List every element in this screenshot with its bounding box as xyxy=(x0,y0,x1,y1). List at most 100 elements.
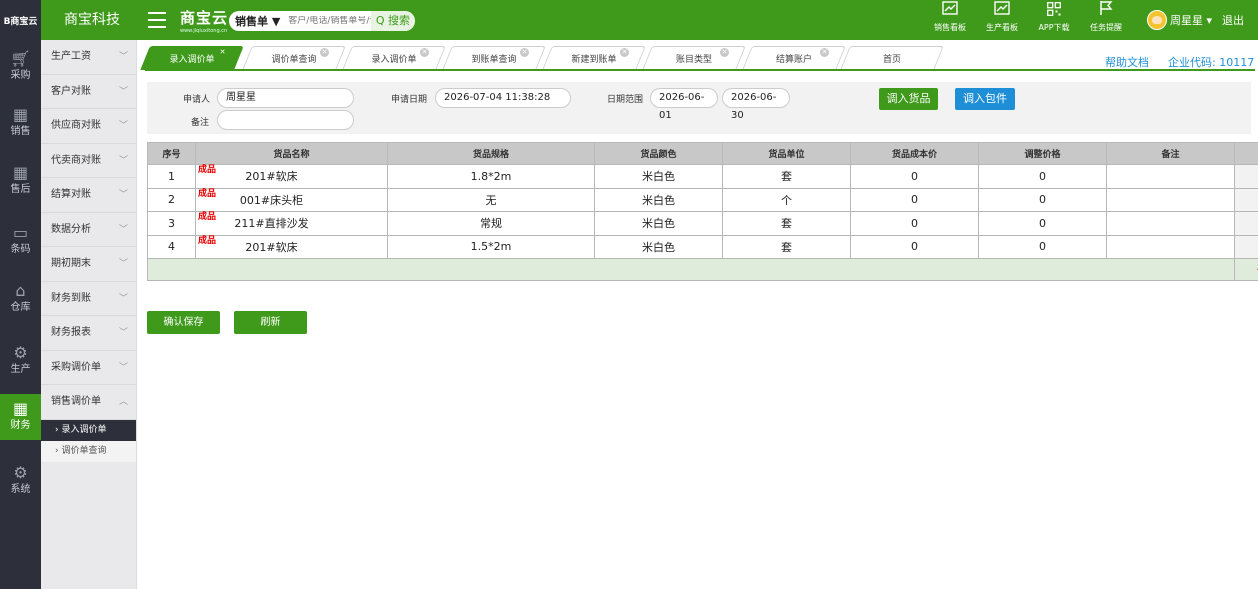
building-icon: ▦ xyxy=(12,105,29,124)
menu-item-finance-report[interactable]: 财务报表 ﹀ xyxy=(41,316,136,351)
top-tools: 销售看板 生产看板 APP下载 任务提醒 xyxy=(924,0,1132,40)
column-header: 货品颜色 xyxy=(594,142,723,165)
user-menu[interactable]: 周星星 ▾ 退出 xyxy=(1147,10,1244,30)
goods-name-cell[interactable]: 成品 211#直排沙发 xyxy=(195,211,388,236)
menu-item-label: 采购调价单 xyxy=(51,361,101,373)
module-label: 售后 xyxy=(10,184,31,195)
menu-item-label: 生产工资 xyxy=(51,51,91,62)
tab-new-receipt[interactable]: 新建到账单 ✕ xyxy=(542,46,646,70)
module-purchase[interactable]: 🛒︎ 采购 xyxy=(0,44,41,90)
add-rows-button[interactable]: + 10 xyxy=(1234,258,1258,281)
task-reminder-button[interactable]: 任务提醒 xyxy=(1080,0,1132,40)
goods-name-cell[interactable]: 成品 201#软床 xyxy=(195,234,388,259)
remark-input[interactable] xyxy=(1106,164,1235,189)
module-after-sales[interactable]: ▦ 售后 xyxy=(0,158,41,204)
module-barcode[interactable]: ▭ 条码 xyxy=(0,218,41,264)
remark-input[interactable] xyxy=(1106,187,1235,212)
menu-item-period-open-close[interactable]: 期初期末 ﹀ xyxy=(41,247,136,282)
submenu-query-price-adjust[interactable]: › 调价单查询 xyxy=(41,440,136,462)
tab-home[interactable]: 首页 xyxy=(840,46,944,70)
adjust-price-input[interactable]: 0 xyxy=(978,234,1107,259)
remove-row-button[interactable]: - xyxy=(1234,187,1258,212)
close-icon[interactable]: ✕ xyxy=(320,48,329,57)
menu-item-label: 销售调价单 xyxy=(51,396,101,407)
confirm-save-button[interactable]: 确认保存 xyxy=(147,311,220,334)
remark-input[interactable] xyxy=(1106,211,1235,236)
close-icon[interactable]: ✕ xyxy=(520,48,529,57)
menu-item-data-analysis[interactable]: 数据分析 ﹀ xyxy=(41,213,136,247)
module-label: 生产 xyxy=(10,364,31,375)
module-sales[interactable]: ▦ 销售 xyxy=(0,100,41,146)
tab-entry-price-adjust[interactable]: 录入调价单 ✕ xyxy=(140,46,244,70)
row-number: 2 xyxy=(147,187,196,212)
module-system[interactable]: ⚙ 系统 xyxy=(0,458,41,504)
search-type-dropdown[interactable]: 销售单 ▼ xyxy=(229,13,280,29)
menu-item-settlement-reconcile[interactable]: 结算对账 ﹀ xyxy=(41,178,136,213)
help-docs-link[interactable]: 帮助文档 xyxy=(1105,54,1149,70)
close-icon[interactable]: ✕ xyxy=(620,48,629,57)
search-button[interactable]: Q 搜索 xyxy=(370,11,415,31)
hamburger-menu-icon[interactable] xyxy=(148,12,166,28)
remove-row-button[interactable]: - xyxy=(1234,211,1258,236)
app-download-button[interactable]: APP下载 xyxy=(1028,0,1080,40)
column-header: 序号 xyxy=(147,142,196,165)
close-icon[interactable]: ✕ xyxy=(820,48,829,57)
applicant-field[interactable]: 周星星 xyxy=(217,88,354,108)
module-production[interactable]: ⚙ 生产 xyxy=(0,338,41,384)
menu-item-sales-price-adjust[interactable]: 销售调价单 ︿ xyxy=(41,385,136,420)
submenu-entry-price-adjust[interactable]: › 录入调价单 xyxy=(41,419,136,441)
range-start-field[interactable]: 2026-06-01 xyxy=(650,88,718,121)
import-goods-button[interactable]: 调入货品 xyxy=(879,88,938,110)
menu-item-customer-reconcile[interactable]: 客户对账 ﹀ xyxy=(41,75,136,109)
tab-entry-price-adjust-2[interactable]: 录入调价单 ✕ xyxy=(342,46,446,70)
menu-item-supplier-reconcile[interactable]: 供应商对账 ﹀ xyxy=(41,109,136,144)
remove-row-button[interactable]: - xyxy=(1234,164,1258,189)
menu-item-purchase-price-adjust[interactable]: 采购调价单 ﹀ xyxy=(41,351,136,385)
goods-name-cell[interactable]: 成品 001#床头柜 xyxy=(195,187,388,212)
finished-product-badge: 成品 xyxy=(198,235,217,246)
adjust-price-input[interactable]: 0 xyxy=(978,187,1107,212)
remark-input[interactable] xyxy=(1106,234,1235,259)
goods-spec: 1.5*2m xyxy=(387,234,595,259)
menu-item-label: 供应商对账 xyxy=(51,120,101,131)
brand-logo[interactable]: B商宝云 xyxy=(0,0,41,40)
adjust-price-input[interactable]: 0 xyxy=(978,164,1107,189)
logout-link[interactable]: 退出 xyxy=(1222,12,1244,28)
module-warehouse[interactable]: ⌂ 仓库 xyxy=(0,276,41,322)
table-row: 1 成品 201#软床 1.8*2m 米白色 套 0 0 - xyxy=(147,164,1258,189)
remark-field[interactable] xyxy=(217,110,354,130)
refresh-button[interactable]: 刷新 xyxy=(234,311,307,334)
corp-code: 企业代码: 10117 xyxy=(1168,56,1255,69)
goods-unit: 套 xyxy=(722,164,851,189)
user-name[interactable]: 周星星 ▾ xyxy=(1170,12,1212,28)
sales-board-button[interactable]: 销售看板 xyxy=(924,0,976,40)
range-end-field[interactable]: 2026-06-30 xyxy=(722,88,790,121)
module-label: 财务 xyxy=(10,420,31,431)
module-label: 仓库 xyxy=(10,302,31,313)
close-icon[interactable]: ✕ xyxy=(720,48,729,57)
menu-item-finance-receipt[interactable]: 财务到账 ﹀ xyxy=(41,282,136,316)
tab-receipt-query[interactable]: 到账单查询 ✕ xyxy=(442,46,546,70)
remove-row-button[interactable]: - xyxy=(1234,234,1258,259)
close-icon[interactable]: ✕ xyxy=(218,48,227,57)
row-number: 1 xyxy=(147,164,196,189)
import-package-button[interactable]: 调入包件 xyxy=(955,88,1015,110)
adjust-price-input[interactable]: 0 xyxy=(978,211,1107,236)
module-label: 条码 xyxy=(10,244,31,255)
close-icon[interactable]: ✕ xyxy=(420,48,429,57)
module-finance[interactable]: ▦ 财务 xyxy=(0,394,41,440)
menu-item-production-wage[interactable]: 生产工资 ﹀ xyxy=(41,40,136,75)
goods-color: 米白色 xyxy=(594,187,723,212)
apply-date-field[interactable]: 2026-07-04 11:38:28 xyxy=(435,88,571,108)
goods-color: 米白色 xyxy=(594,234,723,259)
calculator-icon: ▦ xyxy=(12,399,29,418)
production-board-button[interactable]: 生产看板 xyxy=(976,0,1028,40)
tab-account-type[interactable]: 账目类型 ✕ xyxy=(642,46,746,70)
menu-item-agent-reconcile[interactable]: 代卖商对账 ﹀ xyxy=(41,144,136,178)
tab-price-adjust-query[interactable]: 调价单查询 ✕ xyxy=(242,46,346,70)
goods-name-cell[interactable]: 成品 201#软床 xyxy=(195,164,388,189)
building-icon: ▦ xyxy=(12,163,29,182)
goods-unit: 套 xyxy=(722,234,851,259)
module-label: 销售 xyxy=(10,126,31,137)
tab-settlement-account[interactable]: 结算账户 ✕ xyxy=(742,46,846,70)
